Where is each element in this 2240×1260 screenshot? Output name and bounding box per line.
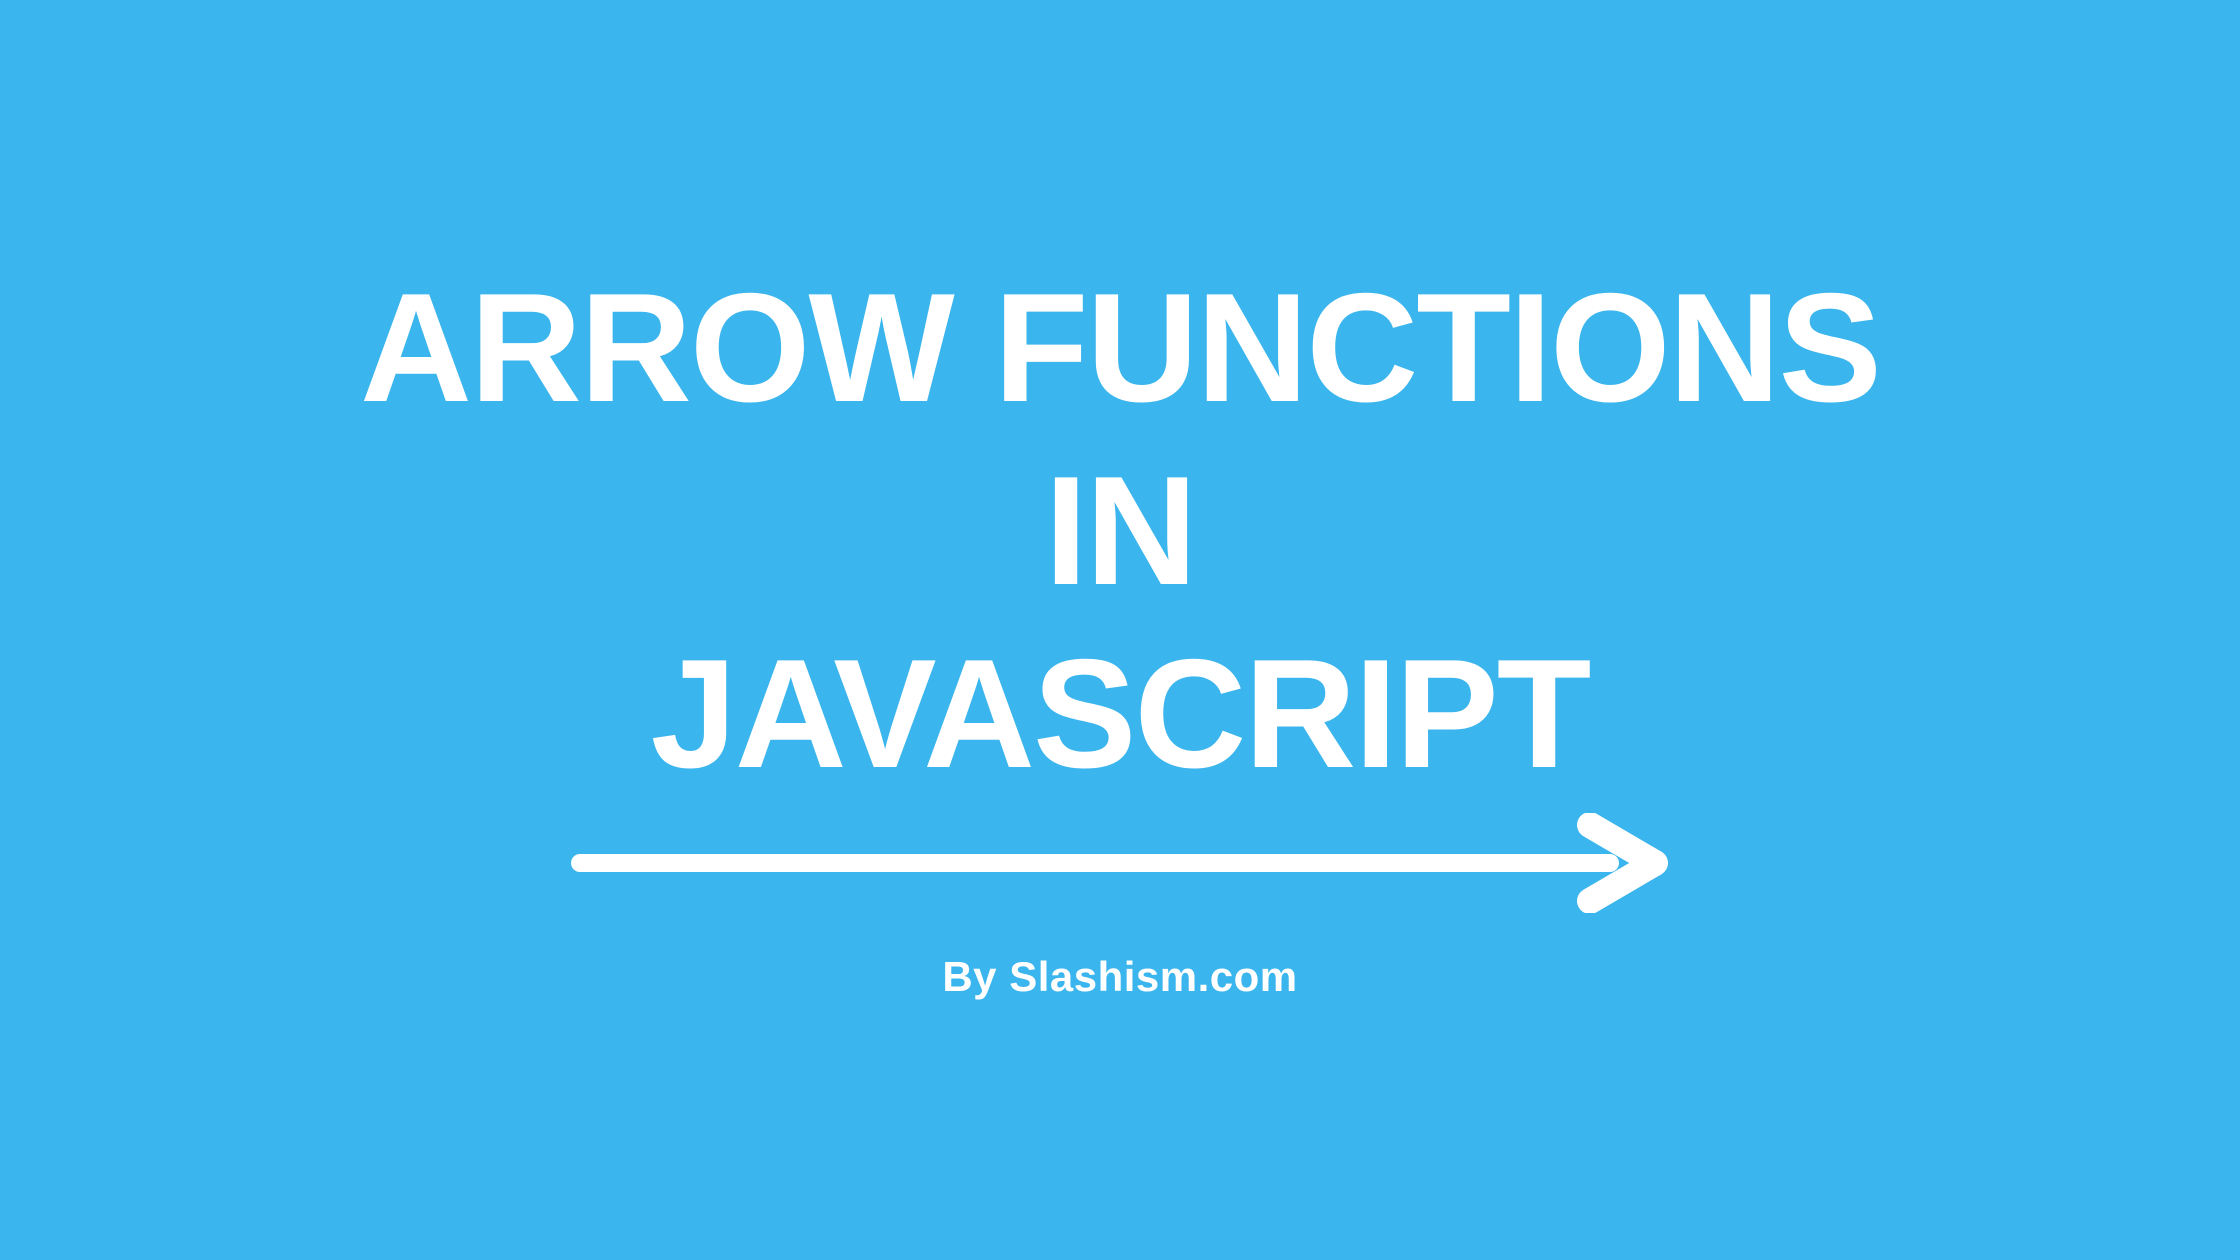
- title-line-2: In: [1045, 442, 1196, 620]
- title-line-1: Arrow Functions: [360, 259, 1880, 437]
- title-line-3: JavaScript: [651, 625, 1590, 803]
- arrow-icon: [560, 813, 1680, 913]
- byline: By Slashism.com: [942, 953, 1297, 1001]
